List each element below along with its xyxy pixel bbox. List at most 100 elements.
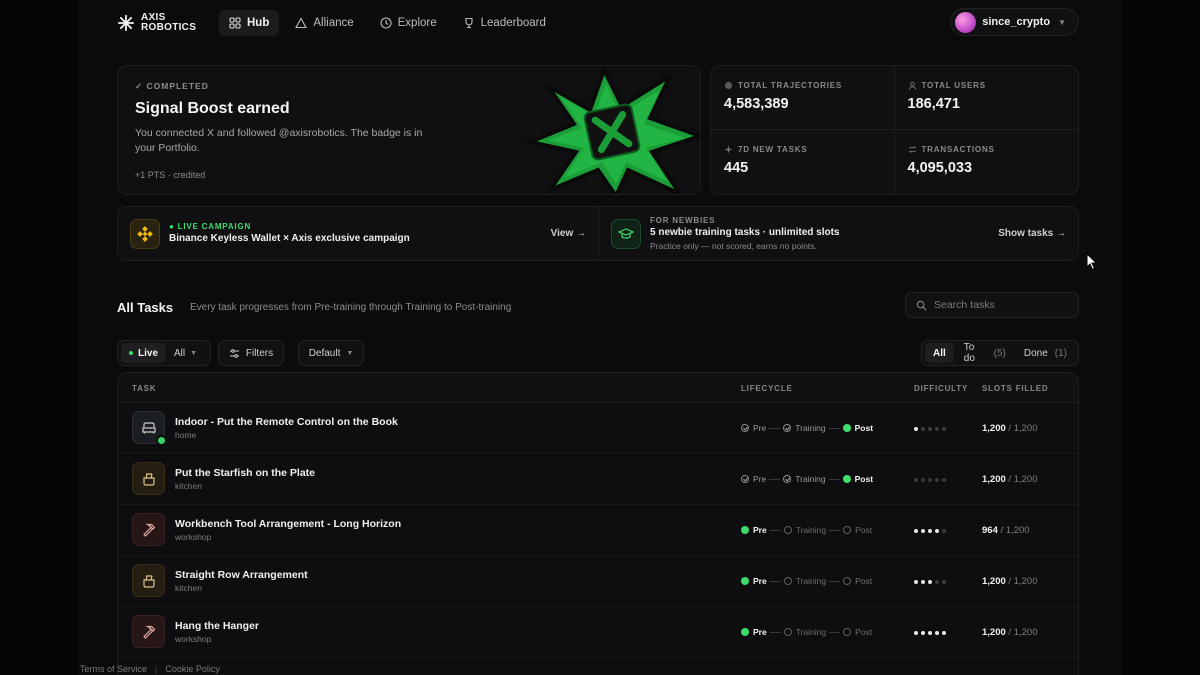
stat-total-trajectories: TOTAL TRAJECTORIES 4,583,389 [711, 66, 895, 130]
task-name: Indoor - Put the Remote Control on the B… [175, 416, 398, 428]
show-tasks-link[interactable]: Show tasks → [998, 228, 1066, 239]
hero-body: You connected X and followed @axisroboti… [135, 127, 423, 154]
col-difficulty: DIFFICULTY [914, 384, 969, 393]
user-menu[interactable]: since_crypto ▼ [950, 8, 1079, 36]
tasks-table: TASK LIFECYCLE DIFFICULTY SLOTS FILLED I… [117, 372, 1079, 675]
slots-filled: 1,200 / 1,200 [982, 576, 1038, 587]
difficulty-dots [914, 478, 946, 482]
col-slots: SLOTS FILLED [982, 384, 1049, 393]
col-task: TASK [132, 384, 157, 393]
task-icon [132, 564, 165, 597]
table-row[interactable]: Put the Starfish on the Plate kitchen Pre T… [118, 454, 1078, 505]
search-placeholder: Search tasks [934, 299, 995, 311]
table-body: Indoor - Put the Remote Control on the B… [118, 403, 1078, 658]
search-input[interactable]: Search tasks [905, 292, 1079, 318]
difficulty-dot [921, 478, 925, 482]
nav-alliance[interactable]: Alliance [285, 10, 363, 36]
difficulty-dot [921, 529, 925, 533]
stat-value: 4,095,033 [907, 160, 973, 176]
section-description: Every task progresses from Pre-training … [190, 302, 512, 313]
difficulty-dots [914, 427, 946, 431]
stage-connector [829, 529, 841, 531]
sparkle-icon [724, 145, 733, 154]
table-header: TASK LIFECYCLE DIFFICULTY SLOTS FILLED [118, 373, 1078, 403]
campaign-title: Binance Keyless Wallet × Axis exclusive … [169, 233, 410, 244]
sort-dropdown[interactable]: Default ▼ [298, 340, 364, 366]
footer-links: Terms of Service | Cookie Policy [80, 664, 220, 674]
lifecycle-progress: Pre Training Post [741, 576, 872, 586]
chevron-down-icon: ▼ [346, 349, 354, 357]
completed-status: ✓ COMPLETED [135, 81, 209, 91]
stage-status-icon [783, 577, 792, 585]
live-filter-group: Live All ▼ [117, 340, 211, 366]
chevron-down-icon: ▼ [1058, 17, 1066, 27]
difficulty-dot [935, 427, 939, 431]
live-toggle[interactable]: Live [121, 343, 167, 363]
stats-panel: TOTAL TRAJECTORIES 4,583,389 TOTAL USERS… [710, 65, 1079, 195]
stage-status-icon [741, 424, 749, 432]
stage-connector [769, 529, 781, 531]
terms-link[interactable]: Terms of Service [80, 664, 147, 674]
avatar [955, 11, 977, 33]
stage-connector [769, 631, 781, 633]
stage-status-icon [843, 526, 852, 534]
page: AXIS ROBOTICS Hub Alliance Explore Leade… [0, 0, 1200, 675]
lifecycle-stage: Post [843, 525, 872, 535]
lifecycle-progress: Pre Training Post [741, 474, 873, 484]
lifecycle-stage: Post [843, 576, 872, 586]
hammer-icon [142, 523, 155, 537]
slots-filled: 1,200 / 1,200 [982, 423, 1038, 434]
chevron-down-icon: ▼ [190, 349, 198, 357]
triangle-icon [295, 17, 308, 29]
stage-status-icon [842, 475, 851, 483]
stage-status-icon [843, 628, 852, 636]
lifecycle-stage: Post [843, 627, 872, 637]
cookie-link[interactable]: Cookie Policy [165, 664, 220, 674]
brand-logo[interactable]: AXIS ROBOTICS [117, 13, 217, 33]
table-row[interactable]: Straight Row Arrangement kitchen Pre Traini… [118, 556, 1078, 607]
nav-leaderboard-label: Leaderboard [480, 17, 546, 29]
difficulty-dot [928, 427, 932, 431]
table-row[interactable]: Hang the Hanger workshop Pre Training Post 1,… [118, 607, 1078, 658]
lifecycle-stage: Post [842, 423, 873, 433]
stage-connector [828, 478, 840, 480]
stage-status-icon [843, 577, 852, 585]
section-title: All Tasks [117, 300, 174, 315]
tab-todo[interactable]: To do (5) [956, 342, 1014, 364]
newbie-tasks-banner[interactable]: FOR NEWBIES 5 newbie training tasks · un… [598, 207, 1078, 260]
lifecycle-stage: Pre [741, 423, 766, 433]
live-dot-icon [129, 351, 133, 355]
top-nav: AXIS ROBOTICS Hub Alliance Explore Leade… [117, 8, 1079, 38]
nav-explore-label: Explore [397, 17, 437, 29]
task-category: kitchen [175, 583, 202, 593]
filters-button[interactable]: Filters [218, 340, 284, 366]
all-dropdown[interactable]: All ▼ [166, 343, 205, 363]
stat-transactions: TRANSACTIONS 4,095,033 [895, 130, 1079, 194]
slots-filled: 1,200 / 1,200 [982, 474, 1038, 485]
task-name: Put the Starfish on the Plate [175, 467, 316, 479]
stage-connector [829, 580, 841, 582]
brand-name: AXIS ROBOTICS [141, 12, 197, 33]
difficulty-dot [928, 580, 932, 584]
sofa-icon [141, 421, 156, 433]
difficulty-dot [914, 529, 918, 533]
view-campaign-link[interactable]: View → [551, 228, 586, 239]
newbie-sub: Practice only — not scored, earns no poi… [650, 241, 817, 251]
nav-hub[interactable]: Hub [219, 10, 280, 36]
nav-explore[interactable]: Explore [370, 10, 447, 36]
nav-leaderboard[interactable]: Leaderboard [453, 10, 556, 36]
tab-all[interactable]: All [925, 343, 954, 363]
task-icon [132, 462, 165, 495]
completed-check-icon [156, 435, 167, 446]
task-name: Workbench Tool Arrangement - Long Horizo… [175, 518, 402, 530]
binance-campaign[interactable]: ● LIVE CAMPAIGN Binance Keyless Wallet ×… [118, 207, 598, 260]
stage-connector [828, 427, 840, 429]
all-tasks-header: All Tasks Every task progresses from Pre… [117, 292, 1079, 320]
difficulty-dot [914, 478, 918, 482]
tab-done[interactable]: Done (1) [1016, 343, 1075, 363]
table-row[interactable]: Indoor - Put the Remote Control on the B… [118, 403, 1078, 454]
difficulty-dot [928, 478, 932, 482]
stat-value: 445 [724, 160, 749, 176]
difficulty-dot [942, 631, 946, 635]
table-row[interactable]: Workbench Tool Arrangement - Long Horizo… [118, 505, 1078, 556]
